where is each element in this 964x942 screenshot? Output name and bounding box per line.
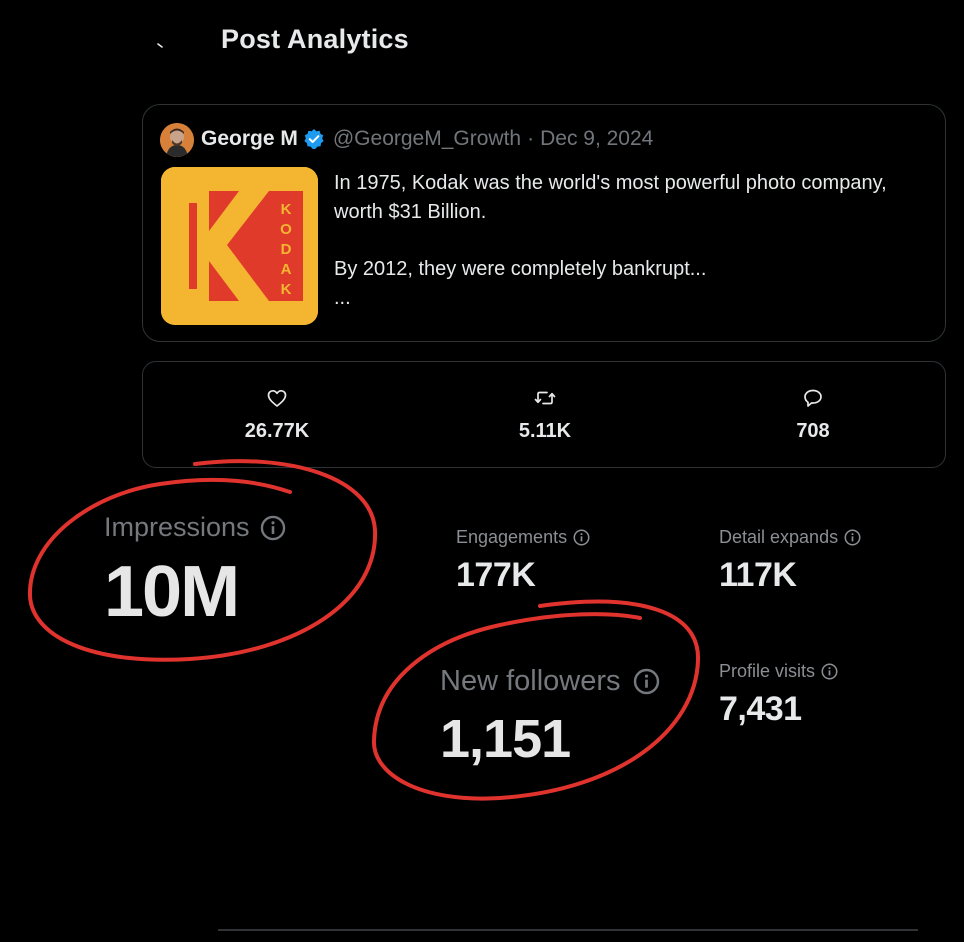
info-icon[interactable] [573,529,590,546]
impressions-value: 10M [104,552,240,632]
post-date[interactable]: Dec 9, 2024 [540,127,653,151]
post-thumbnail[interactable]: K O D A K [161,167,318,325]
new-followers-label: New followers [440,665,621,697]
impressions-label: Impressions [104,512,250,542]
engagements-value: 177K [456,556,536,594]
post-text-line-2: By 2012, they were completely bankrupt..… [334,258,707,280]
info-icon[interactable] [633,668,660,695]
separator-dot: · [527,127,535,150]
post-text-ellipsis: ... [334,287,351,309]
back-arrow-icon[interactable] [155,38,171,54]
thumbnail-letter-o: O [280,221,292,238]
new-followers-metric: New followers 1,151 [440,665,660,770]
profile-visits-value: 7,431 [719,690,802,728]
author-row: George M @GeorgeM_Growth · Dec 9, 2024 [201,127,653,151]
reposts-stat[interactable]: 5.11K [465,386,625,443]
verified-badge-icon [304,129,324,149]
heart-icon [267,389,287,407]
post-preview-card[interactable]: George M @GeorgeM_Growth · Dec 9, 2024 K… [142,104,946,342]
impressions-metric: Impressions 10M [104,512,286,633]
info-icon[interactable] [260,515,286,541]
post-text-line-1: In 1975, Kodak was the world's most powe… [334,172,887,223]
page-title: Post Analytics [221,24,409,54]
replies-stat[interactable]: 708 [733,386,893,443]
thumbnail-letter-k: K [281,201,292,218]
new-followers-value: 1,151 [440,709,571,769]
engagements-label: Engagements [456,527,568,547]
engagement-stats-card: 26.77K 5.11K 708 [142,361,946,468]
author-handle[interactable]: @GeorgeM_Growth [333,127,521,151]
divider [218,929,918,931]
reply-icon [804,389,822,407]
likes-count: 26.77K [244,420,310,442]
profile-visits-metric: Profile visits 7,431 [719,661,838,729]
info-icon[interactable] [821,663,838,680]
avatar[interactable] [160,123,194,157]
author-name[interactable]: George M [201,127,298,151]
reposts-count: 5.11K [518,420,572,442]
detail-expands-value: 117K [719,556,797,594]
replies-count: 708 [796,420,830,442]
post-text: In 1975, Kodak was the world's most powe… [334,169,894,313]
detail-expands-metric: Detail expands 117K [719,527,861,595]
info-icon[interactable] [844,529,861,546]
thumbnail-letter-k2: K [281,281,292,298]
repost-icon [534,391,556,405]
detail-expands-label: Detail expands [719,527,839,547]
engagements-metric: Engagements 177K [456,527,590,595]
thumbnail-letter-d: D [281,241,292,258]
profile-visits-label: Profile visits [719,661,816,681]
thumbnail-letter-a: A [281,261,292,278]
likes-stat[interactable]: 26.77K [197,386,357,443]
